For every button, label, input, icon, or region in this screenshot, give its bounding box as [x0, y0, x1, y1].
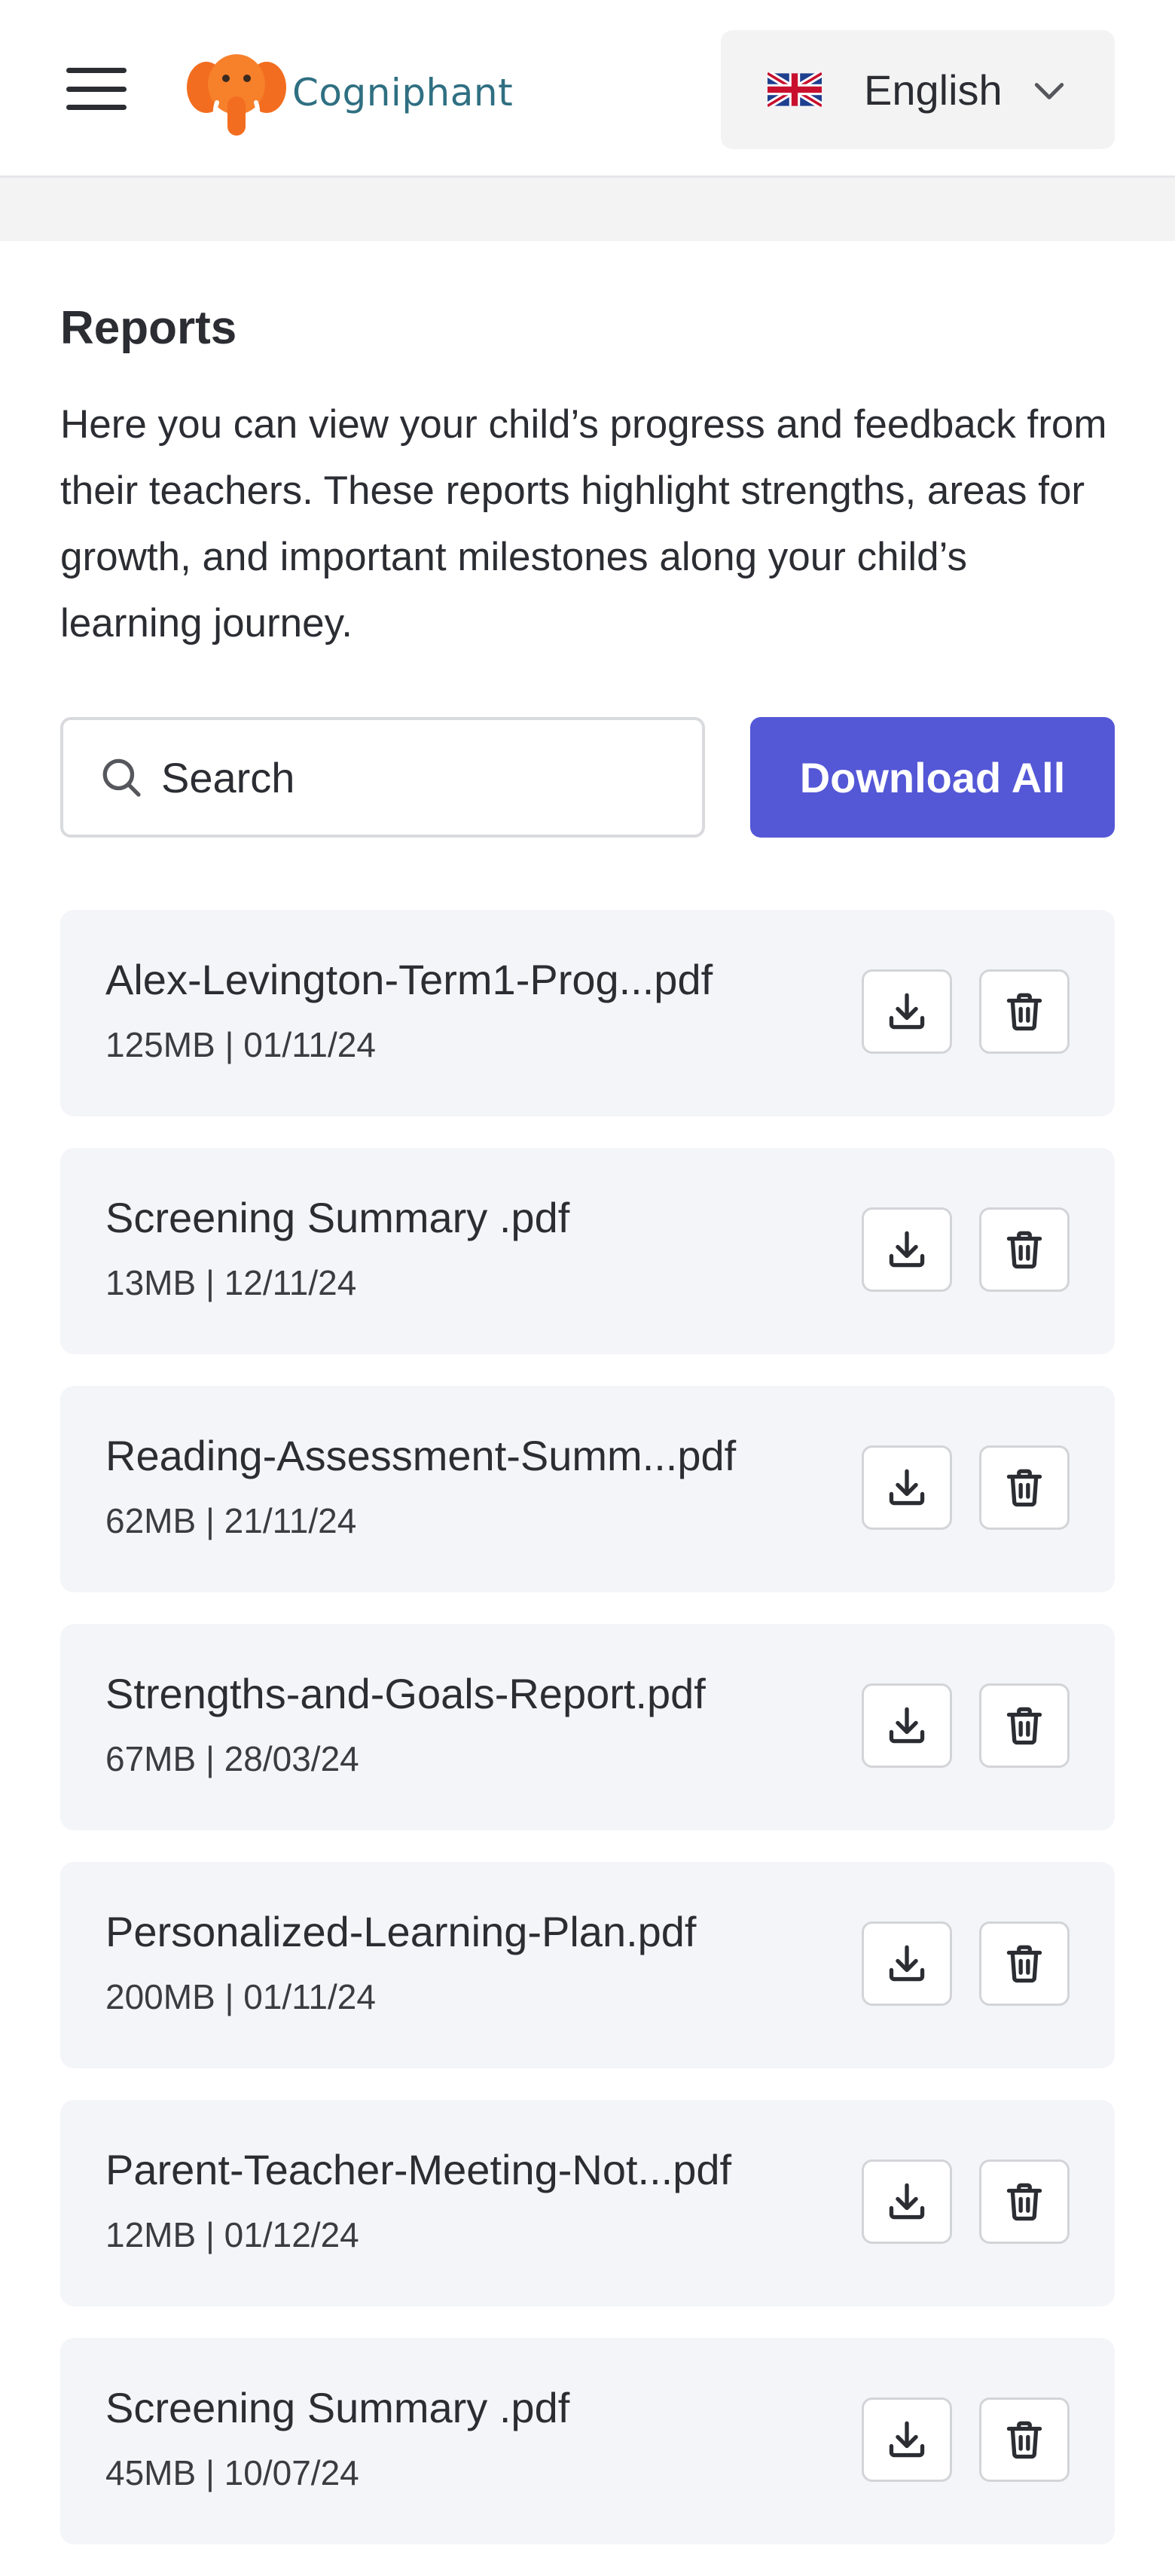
trash-icon	[1006, 1231, 1042, 1269]
app-header: Cogniphant English	[0, 0, 1175, 178]
delete-file-button[interactable]	[979, 1683, 1070, 1768]
download-icon	[889, 2421, 925, 2458]
file-meta: 200MB | 01/11/24	[105, 1977, 376, 2016]
delete-file-button[interactable]	[979, 2159, 1070, 2244]
trash-icon	[1006, 2421, 1042, 2459]
file-list: Alex-Levington-Term1-Prog...pdf 125MB | …	[60, 910, 1115, 2576]
file-meta: 12MB | 01/12/24	[105, 2215, 359, 2254]
file-meta: 67MB | 28/03/24	[105, 1739, 359, 1778]
download-icon	[889, 1231, 925, 1268]
page-title: Reports	[60, 302, 237, 354]
download-file-button[interactable]	[862, 1921, 952, 2006]
file-name: Strengths-and-Goals-Report.pdf	[105, 1670, 706, 1717]
file-meta: 125MB | 01/11/24	[105, 1025, 376, 1064]
trash-icon	[1006, 1469, 1042, 1507]
file-card: Reading-Assessment-Summ...pdf 62MB | 21/…	[60, 1386, 1115, 1592]
trash-icon	[1006, 1945, 1042, 1983]
trash-icon	[1006, 2183, 1042, 2221]
download-file-button[interactable]	[862, 969, 952, 1054]
download-file-button[interactable]	[862, 2397, 952, 2482]
delete-file-button[interactable]	[979, 969, 1070, 1054]
file-card: Screening Summary .pdf 13MB | 12/11/24	[60, 1148, 1115, 1354]
chevron-down-icon	[1034, 83, 1064, 99]
header-divider-band	[0, 178, 1175, 241]
file-meta: 13MB | 12/11/24	[105, 1263, 357, 1302]
file-card: Alex-Levington-Term1-Prog...pdf 125MB | …	[60, 910, 1115, 1116]
search-icon	[102, 758, 141, 797]
delete-file-button[interactable]	[979, 1921, 1070, 2006]
uk-flag-icon	[768, 72, 822, 107]
download-icon	[889, 1469, 925, 1506]
file-meta: 45MB | 10/07/24	[105, 2453, 359, 2492]
file-card: Screening Summary .pdf 45MB | 10/07/24	[60, 2338, 1115, 2544]
logo-text: Cogniphant	[292, 71, 514, 114]
download-icon	[889, 993, 925, 1030]
delete-file-button[interactable]	[979, 1207, 1070, 1292]
delete-file-button[interactable]	[979, 1445, 1070, 1530]
language-label: English	[864, 66, 1003, 114]
file-name: Parent-Teacher-Meeting-Not...pdf	[105, 2146, 732, 2193]
download-file-button[interactable]	[862, 1683, 952, 1768]
page-description: Here you can view your child’s progress …	[60, 402, 1107, 646]
search-box[interactable]	[60, 717, 705, 838]
elephant-logo-icon	[187, 54, 286, 136]
file-card: Personalized-Learning-Plan.pdf 200MB | 0…	[60, 1862, 1115, 2068]
file-card: Strengths-and-Goals-Report.pdf 67MB | 28…	[60, 1624, 1115, 1830]
download-file-button[interactable]	[862, 1207, 952, 1292]
file-card: Parent-Teacher-Meeting-Not...pdf 12MB | …	[60, 2100, 1115, 2306]
download-file-button[interactable]	[862, 1445, 952, 1530]
download-icon	[889, 2183, 925, 2220]
search-input[interactable]	[160, 752, 675, 803]
file-meta: 62MB | 21/11/24	[105, 1501, 357, 1540]
download-icon	[889, 1707, 925, 1744]
download-file-button[interactable]	[862, 2159, 952, 2244]
file-name: Screening Summary .pdf	[105, 2384, 570, 2431]
language-select[interactable]: English	[721, 30, 1115, 149]
download-icon	[889, 1945, 925, 1982]
cogniphant-logo[interactable]: Cogniphant	[184, 44, 513, 142]
file-name: Alex-Levington-Term1-Prog...pdf	[105, 956, 713, 1003]
hamburger-menu-icon[interactable]	[60, 60, 133, 118]
file-name: Personalized-Learning-Plan.pdf	[105, 1908, 697, 1955]
trash-icon	[1006, 993, 1042, 1031]
file-name: Reading-Assessment-Summ...pdf	[105, 1432, 737, 1479]
download-all-button[interactable]: Download All	[750, 717, 1115, 838]
file-name: Screening Summary .pdf	[105, 1194, 570, 1241]
delete-file-button[interactable]	[979, 2397, 1070, 2482]
trash-icon	[1006, 1707, 1042, 1745]
